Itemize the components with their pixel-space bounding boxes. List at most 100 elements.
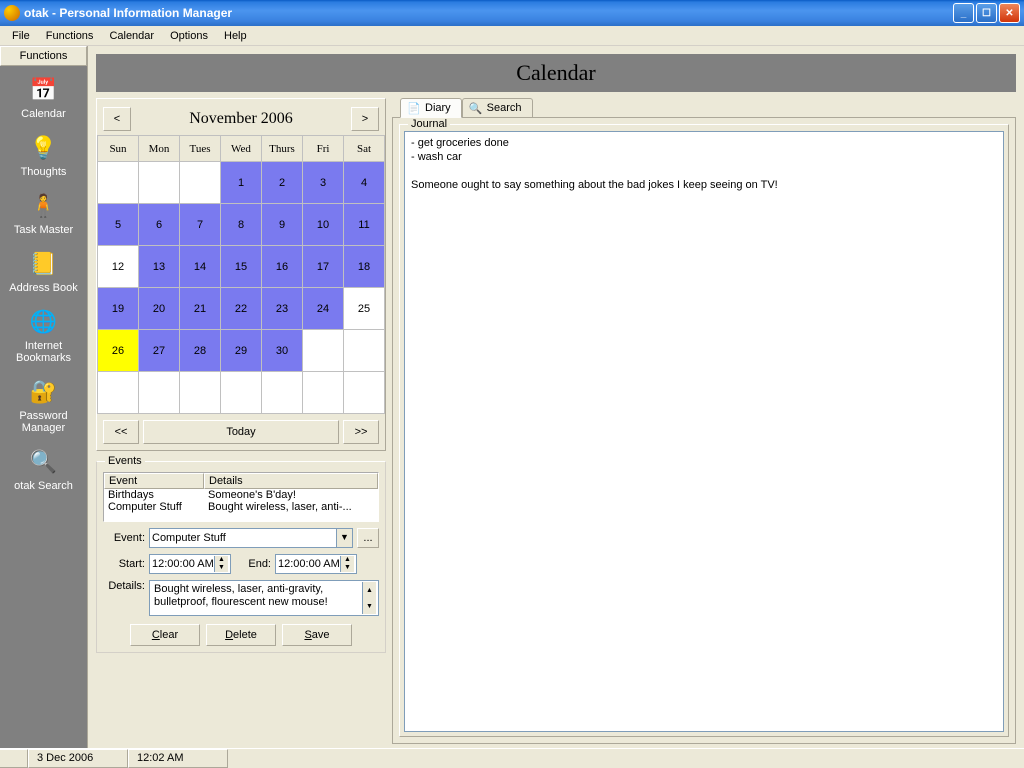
calendar-day[interactable]: 18 bbox=[344, 246, 385, 288]
event-more-button[interactable]: ... bbox=[357, 528, 379, 548]
calendar-day bbox=[139, 162, 180, 204]
address-book-icon: 📒 bbox=[28, 248, 60, 280]
task-master-icon: 🧍 bbox=[28, 190, 60, 222]
spin-down-icon[interactable]: ▼ bbox=[340, 564, 354, 572]
sidebar-item-label: Thoughts bbox=[3, 166, 85, 178]
menu-options[interactable]: Options bbox=[162, 28, 216, 44]
month-prev-button[interactable]: < bbox=[103, 107, 131, 131]
calendar-day[interactable]: 4 bbox=[344, 162, 385, 204]
events-legend: Events bbox=[105, 455, 145, 467]
calendar-day-header: Mon bbox=[139, 136, 180, 162]
calendar-day[interactable]: 17 bbox=[303, 246, 344, 288]
save-button[interactable]: Save bbox=[282, 624, 352, 646]
year-next-button[interactable]: >> bbox=[343, 420, 379, 444]
events-group: Events Event Details BirthdaysSomeone's … bbox=[96, 461, 386, 653]
month-next-button[interactable]: > bbox=[351, 107, 379, 131]
maximize-button[interactable]: ☐ bbox=[976, 3, 997, 23]
calendar-day[interactable]: 30 bbox=[262, 330, 303, 372]
tab-diary-label: Diary bbox=[425, 102, 451, 114]
calendar-day[interactable]: 22 bbox=[221, 288, 262, 330]
menu-help[interactable]: Help bbox=[216, 28, 255, 44]
sidebar-item-label: Password Manager bbox=[3, 410, 85, 434]
sidebar-item-task-master[interactable]: 🧍 Task Master bbox=[3, 186, 85, 244]
status-date: 3 Dec 2006 bbox=[28, 749, 128, 768]
start-time-input[interactable]: 12:00:00 AM ▲▼ bbox=[149, 554, 231, 574]
calendar-day[interactable]: 16 bbox=[262, 246, 303, 288]
calendar-day-header: Sun bbox=[98, 136, 139, 162]
close-button[interactable]: ✕ bbox=[999, 3, 1020, 23]
calendar-day[interactable]: 21 bbox=[180, 288, 221, 330]
calendar-day-header: Fri bbox=[303, 136, 344, 162]
spin-up-icon[interactable]: ▲ bbox=[340, 556, 354, 564]
calendar-day[interactable]: 15 bbox=[221, 246, 262, 288]
window-title: otak - Personal Information Manager bbox=[24, 6, 953, 20]
menu-calendar[interactable]: Calendar bbox=[101, 28, 162, 44]
calendar-day[interactable]: 29 bbox=[221, 330, 262, 372]
calendar-day[interactable]: 2 bbox=[262, 162, 303, 204]
titlebar: otak - Personal Information Manager _ ☐ … bbox=[0, 0, 1024, 26]
calendar-day[interactable]: 14 bbox=[180, 246, 221, 288]
spin-up-icon[interactable]: ▲ bbox=[214, 556, 228, 564]
events-list[interactable]: Event Details BirthdaysSomeone's B'day!C… bbox=[103, 472, 379, 522]
password-manager-icon: 🔐 bbox=[28, 376, 60, 408]
calendar-day[interactable]: 8 bbox=[221, 204, 262, 246]
sidebar-item-label: Task Master bbox=[3, 224, 85, 236]
calendar-day[interactable]: 24 bbox=[303, 288, 344, 330]
journal-textarea[interactable]: - get groceries done - wash car Someone … bbox=[404, 131, 1004, 732]
calendar-day-header: Tues bbox=[180, 136, 221, 162]
sidebar-item-address-book[interactable]: 📒Address Book bbox=[3, 244, 85, 302]
chevron-down-icon[interactable]: ▼ bbox=[336, 529, 352, 547]
calendar-day[interactable]: 9 bbox=[262, 204, 303, 246]
events-col-details[interactable]: Details bbox=[204, 473, 378, 489]
calendar-day bbox=[344, 372, 385, 414]
details-textarea[interactable]: Bought wireless, laser, anti-gravity, bu… bbox=[149, 580, 379, 616]
events-col-event[interactable]: Event bbox=[104, 473, 204, 489]
start-time-value: 12:00:00 AM bbox=[152, 558, 214, 570]
start-label: Start: bbox=[103, 558, 145, 570]
events-row[interactable]: BirthdaysSomeone's B'day! bbox=[104, 489, 378, 501]
tab-diary[interactable]: 📄 Diary bbox=[400, 98, 462, 118]
sidebar-item-otak-search[interactable]: 🔍otak Search bbox=[3, 442, 85, 500]
delete-button[interactable]: Delete bbox=[206, 624, 276, 646]
calendar-day-header: Thurs bbox=[262, 136, 303, 162]
calendar-day[interactable]: 13 bbox=[139, 246, 180, 288]
internet-bookmarks-icon: 🌐 bbox=[28, 306, 60, 338]
calendar-day[interactable]: 25 bbox=[344, 288, 385, 330]
calendar-day[interactable]: 3 bbox=[303, 162, 344, 204]
spin-down-icon[interactable]: ▼ bbox=[214, 564, 228, 572]
calendar-day[interactable]: 19 bbox=[98, 288, 139, 330]
calendar-day[interactable]: 26 bbox=[98, 330, 139, 372]
calendar-day[interactable]: 1 bbox=[221, 162, 262, 204]
calendar-day[interactable]: 20 bbox=[139, 288, 180, 330]
sidebar-item-calendar[interactable]: 📅Calendar bbox=[3, 70, 85, 128]
minimize-button[interactable]: _ bbox=[953, 3, 974, 23]
spin-down-icon[interactable]: ▼ bbox=[362, 598, 376, 614]
sidebar-item-thoughts[interactable]: 💡Thoughts bbox=[3, 128, 85, 186]
calendar-day[interactable]: 7 bbox=[180, 204, 221, 246]
calendar-day[interactable]: 10 bbox=[303, 204, 344, 246]
clear-button[interactable]: Clear bbox=[130, 624, 200, 646]
calendar-day[interactable]: 23 bbox=[262, 288, 303, 330]
year-prev-button[interactable]: << bbox=[103, 420, 139, 444]
sidebar-item-internet-bookmarks[interactable]: 🌐Internet Bookmarks bbox=[3, 302, 85, 372]
event-combo[interactable]: Computer Stuff ▼ bbox=[149, 528, 353, 548]
spin-up-icon[interactable]: ▲ bbox=[362, 582, 376, 598]
calendar-day bbox=[303, 330, 344, 372]
calendar-day[interactable]: 6 bbox=[139, 204, 180, 246]
calendar-day[interactable]: 5 bbox=[98, 204, 139, 246]
end-time-input[interactable]: 12:00:00 AM ▲▼ bbox=[275, 554, 357, 574]
today-button[interactable]: Today bbox=[143, 420, 339, 444]
status-spacer bbox=[0, 749, 28, 768]
calendar-day bbox=[221, 372, 262, 414]
events-row[interactable]: Computer StuffBought wireless, laser, an… bbox=[104, 501, 378, 513]
calendar-day[interactable]: 12 bbox=[98, 246, 139, 288]
sidebar-item-label: Internet Bookmarks bbox=[3, 340, 85, 364]
calendar-day[interactable]: 28 bbox=[180, 330, 221, 372]
tab-search[interactable]: 🔍 Search bbox=[462, 98, 533, 117]
calendar-day[interactable]: 11 bbox=[344, 204, 385, 246]
menu-functions[interactable]: Functions bbox=[38, 28, 102, 44]
menu-file[interactable]: File bbox=[4, 28, 38, 44]
calendar-day-header: Sat bbox=[344, 136, 385, 162]
calendar-day[interactable]: 27 bbox=[139, 330, 180, 372]
sidebar-item-password-manager[interactable]: 🔐Password Manager bbox=[3, 372, 85, 442]
